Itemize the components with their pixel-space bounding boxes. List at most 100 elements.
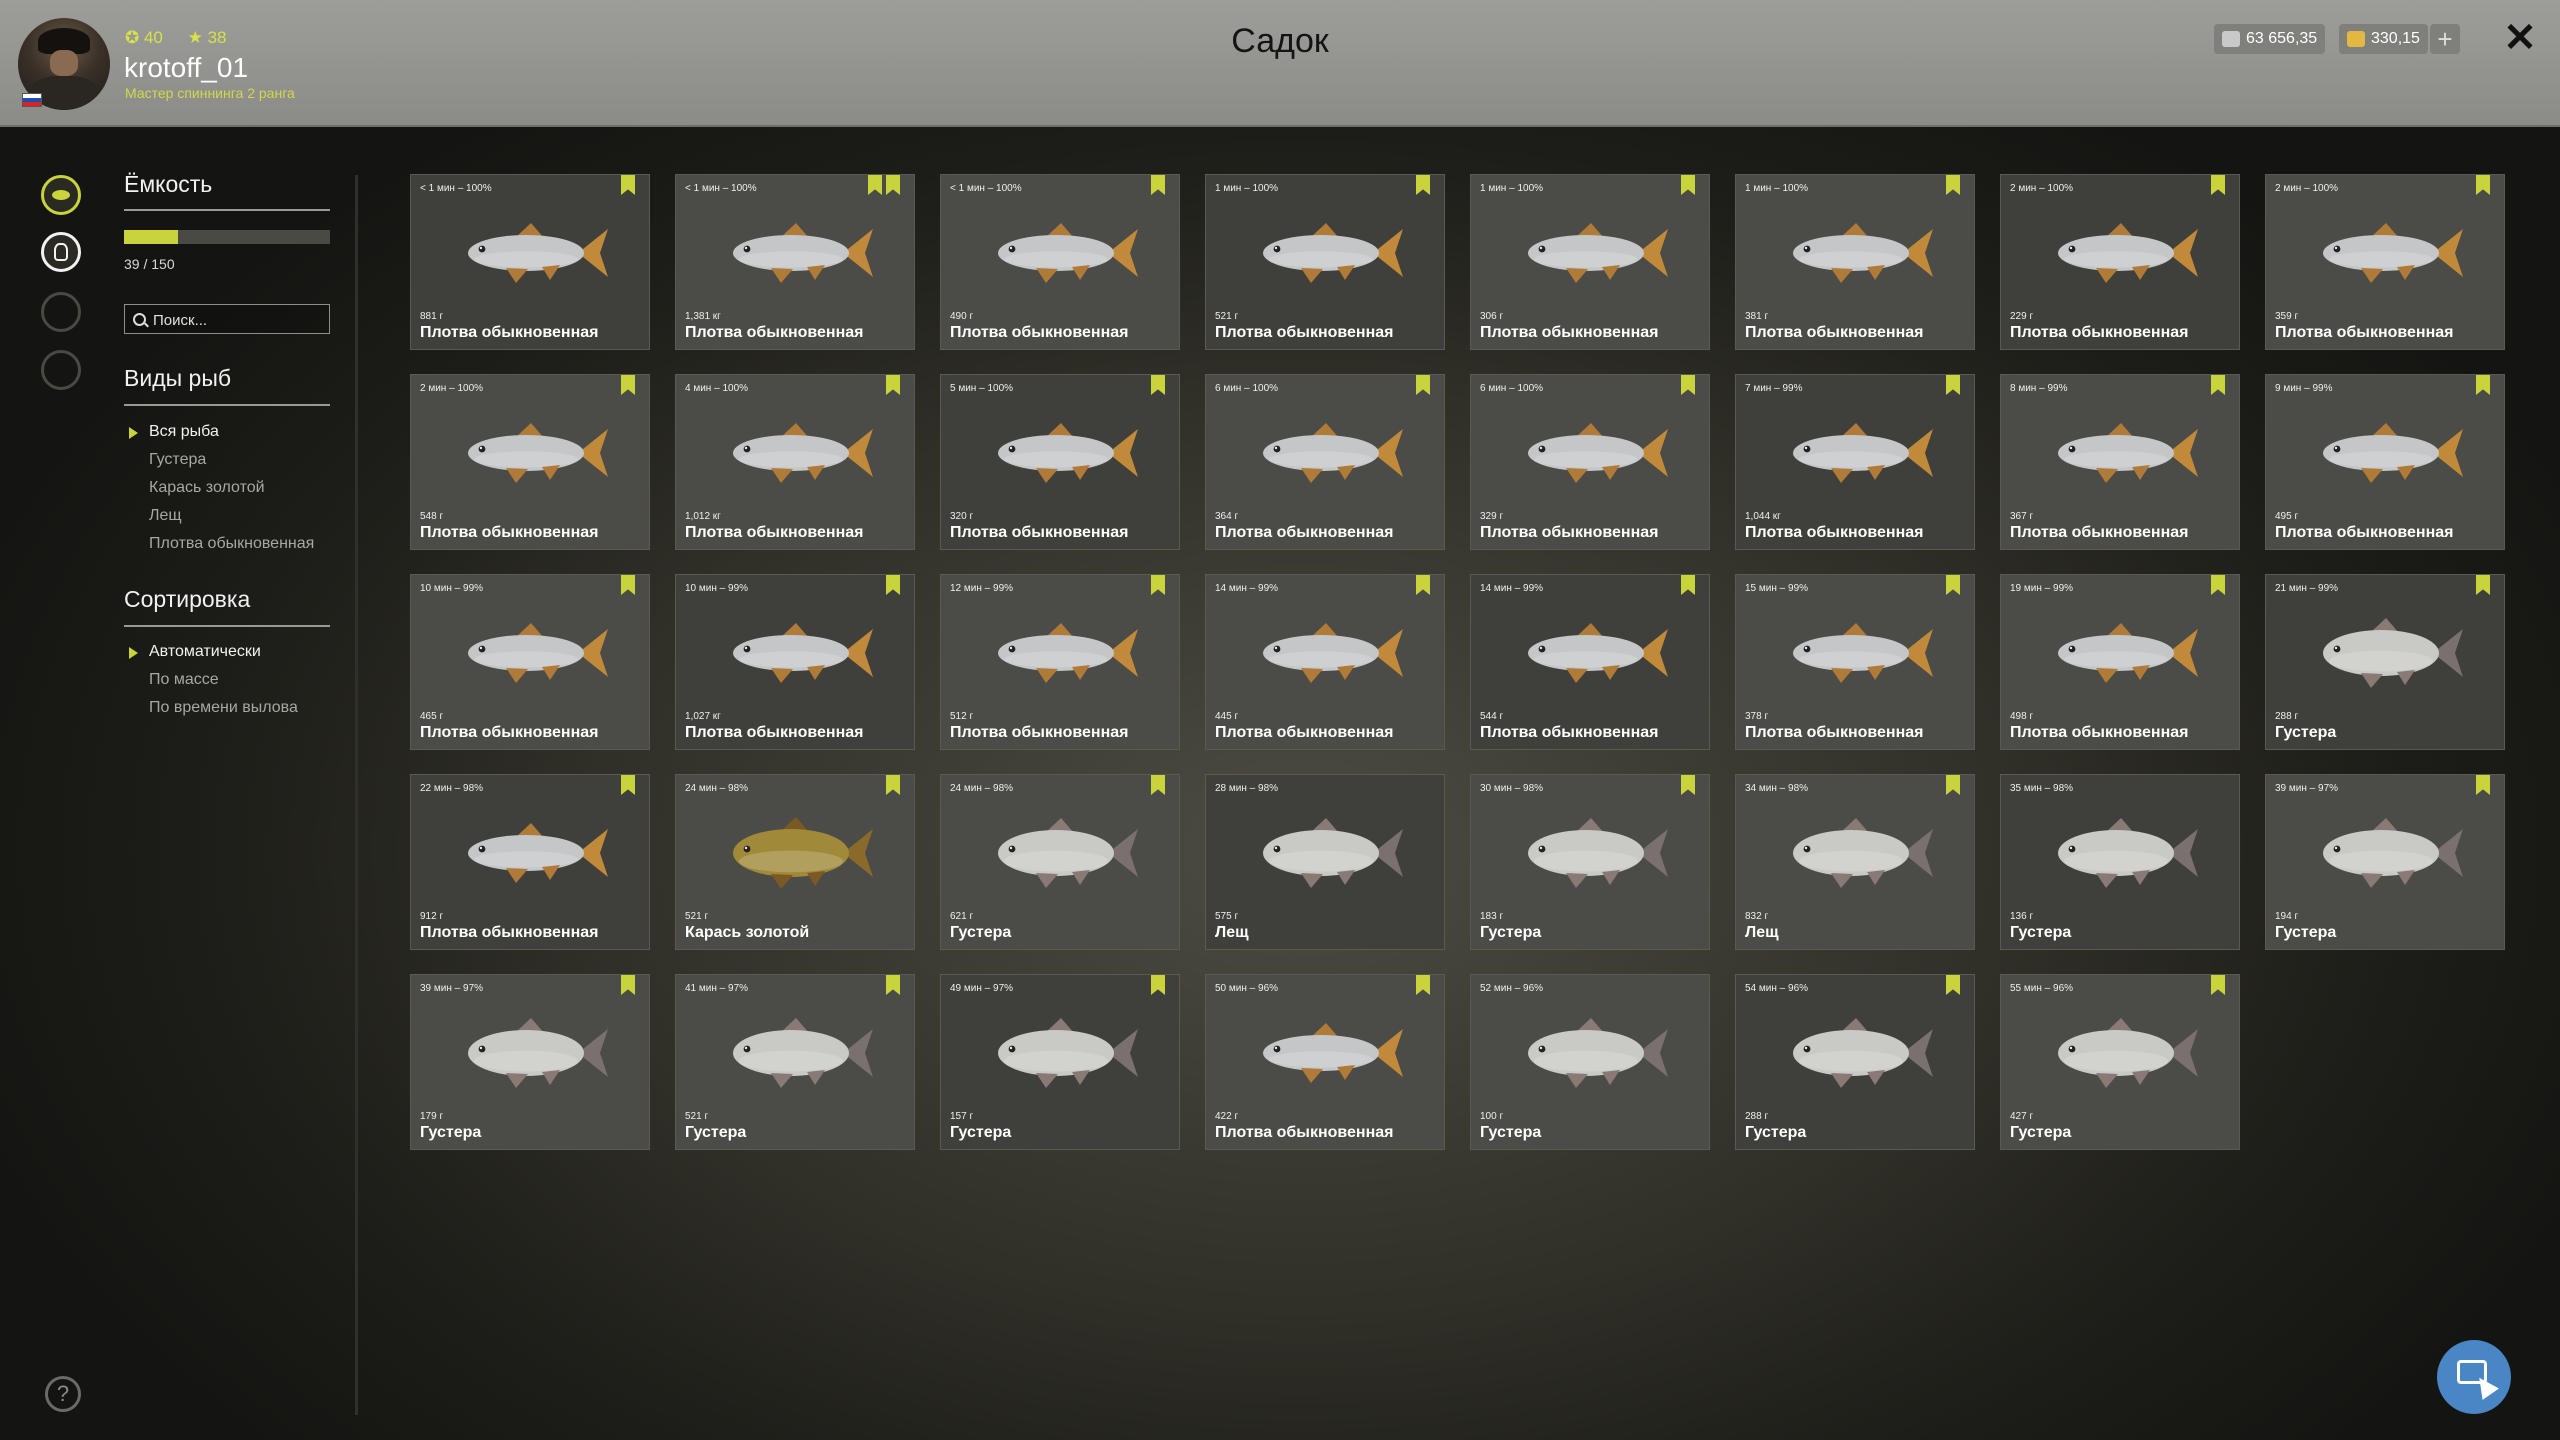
fish-image: [1506, 205, 1676, 300]
fish-card[interactable]: < 1 мин – 100% 881 г Плотва обыкновенная: [410, 174, 650, 350]
bookmark-icon[interactable]: [1946, 375, 1960, 395]
species-option[interactable]: Вся рыба: [129, 423, 219, 441]
fish-card[interactable]: 55 мин – 96% 427 г Густера: [2000, 974, 2240, 1150]
catch-time-freshness: 55 мин – 96%: [2010, 983, 2074, 994]
bookmark-icon[interactable]: [621, 375, 635, 395]
bookmark-icon[interactable]: [1681, 375, 1695, 395]
species-option[interactable]: Карась золотой: [149, 479, 265, 497]
bookmark-icon[interactable]: [886, 575, 900, 595]
fish-card[interactable]: 12 мин – 99% 512 г Плотва обыкновенная: [940, 574, 1180, 750]
fish-name: Лещ: [1745, 924, 1779, 941]
fish-card[interactable]: 35 мин – 98% 136 г Густера: [2000, 774, 2240, 950]
sort-option[interactable]: По массе: [149, 671, 219, 689]
fish-card[interactable]: 6 мин – 100% 364 г Плотва обыкновенная: [1205, 374, 1445, 550]
bookmark-icon[interactable]: [886, 175, 900, 195]
species-option[interactable]: Густера: [149, 451, 206, 469]
home-icon[interactable]: [41, 350, 81, 390]
player-rank: Мастер спиннинга 2 ранга: [125, 85, 295, 101]
fish-card[interactable]: 21 мин – 99% 288 г Густера: [2265, 574, 2505, 750]
fish-card[interactable]: 2 мин – 100% 548 г Плотва обыкновенная: [410, 374, 650, 550]
bookmark-icon[interactable]: [1151, 175, 1165, 195]
fish-card[interactable]: 10 мин – 99% 1,027 кг Плотва обыкновенная: [675, 574, 915, 750]
fish-card[interactable]: 4 мин – 100% 1,012 кг Плотва обыкновенная: [675, 374, 915, 550]
bookmark-icon[interactable]: [1416, 175, 1430, 195]
sort-option[interactable]: По времени вылова: [149, 699, 298, 717]
chat-button[interactable]: [2437, 1340, 2511, 1414]
bookmark-icon[interactable]: [1946, 775, 1960, 795]
fish-card[interactable]: 6 мин – 100% 329 г Плотва обыкновенная: [1470, 374, 1710, 550]
fish-card[interactable]: 2 мин – 100% 359 г Плотва обыкновенная: [2265, 174, 2505, 350]
fish-card[interactable]: 10 мин – 99% 465 г Плотва обыкновенная: [410, 574, 650, 750]
bookmark-icon[interactable]: [1151, 975, 1165, 995]
fish-card[interactable]: 2 мин – 100% 229 г Плотва обыкновенная: [2000, 174, 2240, 350]
fish-card[interactable]: 34 мин – 98% 832 г Лещ: [1735, 774, 1975, 950]
bookmark-icon[interactable]: [2476, 375, 2490, 395]
fish-card[interactable]: 9 мин – 99% 495 г Плотва обыкновенная: [2265, 374, 2505, 550]
bookmark-icon[interactable]: [2211, 175, 2225, 195]
species-option[interactable]: Лещ: [149, 507, 182, 525]
fish-card[interactable]: 8 мин – 99% 367 г Плотва обыкновенная: [2000, 374, 2240, 550]
fish-card[interactable]: 1 мин – 100% 381 г Плотва обыкновенная: [1735, 174, 1975, 350]
bookmark-icon[interactable]: [1681, 775, 1695, 795]
bookmark-icon[interactable]: [1946, 575, 1960, 595]
fish-icon[interactable]: [41, 175, 81, 215]
fish-card[interactable]: 39 мин – 97% 194 г Густера: [2265, 774, 2505, 950]
bookmark-icon[interactable]: [2211, 375, 2225, 395]
bookmark-icon[interactable]: [621, 775, 635, 795]
bookmark-icon[interactable]: [1416, 375, 1430, 395]
fish-weight: 179 г: [420, 1111, 444, 1122]
fish-card[interactable]: 5 мин – 100% 320 г Плотва обыкновенная: [940, 374, 1180, 550]
add-currency-button[interactable]: +: [2430, 24, 2460, 54]
fish-card[interactable]: 15 мин – 99% 378 г Плотва обыкновенная: [1735, 574, 1975, 750]
bookmark-icon[interactable]: [886, 375, 900, 395]
bookmark-icon[interactable]: [621, 575, 635, 595]
bookmark-icon[interactable]: [1151, 775, 1165, 795]
bookmark-icon[interactable]: [1416, 575, 1430, 595]
fish-card[interactable]: 1 мин – 100% 306 г Плотва обыкновенная: [1470, 174, 1710, 350]
bookmark-icon[interactable]: [1681, 175, 1695, 195]
bookmark-icon[interactable]: [1681, 575, 1695, 595]
fish-card[interactable]: 14 мин – 99% 445 г Плотва обыкновенная: [1205, 574, 1445, 750]
bookmark-icon[interactable]: [868, 175, 882, 195]
bookmark-icon[interactable]: [2476, 775, 2490, 795]
bookmark-icon[interactable]: [621, 975, 635, 995]
bookmark-icon[interactable]: [2476, 575, 2490, 595]
bookmark-icon[interactable]: [1946, 975, 1960, 995]
fish-card[interactable]: 54 мин – 96% 288 г Густера: [1735, 974, 1975, 1150]
fish-weight: 320 г: [950, 511, 974, 522]
bookmark-icon[interactable]: [886, 975, 900, 995]
tent-icon[interactable]: [41, 292, 81, 332]
fish-card[interactable]: 52 мин – 96% 100 г Густера: [1470, 974, 1710, 1150]
sort-option[interactable]: Автоматически: [129, 643, 261, 661]
bookmark-icon[interactable]: [621, 175, 635, 195]
fish-card[interactable]: 1 мин – 100% 521 г Плотва обыкновенная: [1205, 174, 1445, 350]
fish-card[interactable]: 28 мин – 98% 575 г Лещ: [1205, 774, 1445, 950]
bookmark-icon[interactable]: [886, 775, 900, 795]
bookmark-icon[interactable]: [2476, 175, 2490, 195]
fish-card[interactable]: 24 мин – 98% 621 г Густера: [940, 774, 1180, 950]
fish-card[interactable]: 50 мин – 96% 422 г Плотва обыкновенная: [1205, 974, 1445, 1150]
fish-card[interactable]: 7 мин – 99% 1,044 кг Плотва обыкновенная: [1735, 374, 1975, 550]
fish-card[interactable]: 49 мин – 97% 157 г Густера: [940, 974, 1180, 1150]
fish-card[interactable]: 39 мин – 97% 179 г Густера: [410, 974, 650, 1150]
bookmark-icon[interactable]: [1151, 375, 1165, 395]
help-button[interactable]: ?: [45, 1376, 81, 1412]
species-option[interactable]: Плотва обыкновенная: [149, 535, 314, 553]
fish-card[interactable]: 30 мин – 98% 183 г Густера: [1470, 774, 1710, 950]
bookmark-icon[interactable]: [2211, 975, 2225, 995]
close-button[interactable]: ✕: [2500, 16, 2540, 60]
search-input[interactable]: [151, 308, 325, 332]
search-box[interactable]: [124, 304, 330, 334]
bookmark-icon[interactable]: [1151, 575, 1165, 595]
bookmark-icon[interactable]: [1946, 175, 1960, 195]
bookmark-icon[interactable]: [2211, 575, 2225, 595]
fish-card[interactable]: 41 мин – 97% 521 г Густера: [675, 974, 915, 1150]
keepnet-icon[interactable]: [41, 232, 81, 272]
fish-card[interactable]: 19 мин – 99% 498 г Плотва обыкновенная: [2000, 574, 2240, 750]
fish-card[interactable]: 24 мин – 98% 521 г Карась золотой: [675, 774, 915, 950]
bookmark-icon[interactable]: [1416, 975, 1430, 995]
fish-card[interactable]: 22 мин – 98% 912 г Плотва обыкновенная: [410, 774, 650, 950]
fish-card[interactable]: < 1 мин – 100% 490 г Плотва обыкновенная: [940, 174, 1180, 350]
fish-card[interactable]: < 1 мин – 100% 1,381 кг Плотва обыкновенна…: [675, 174, 915, 350]
fish-card[interactable]: 14 мин – 99% 544 г Плотва обыкновенная: [1470, 574, 1710, 750]
